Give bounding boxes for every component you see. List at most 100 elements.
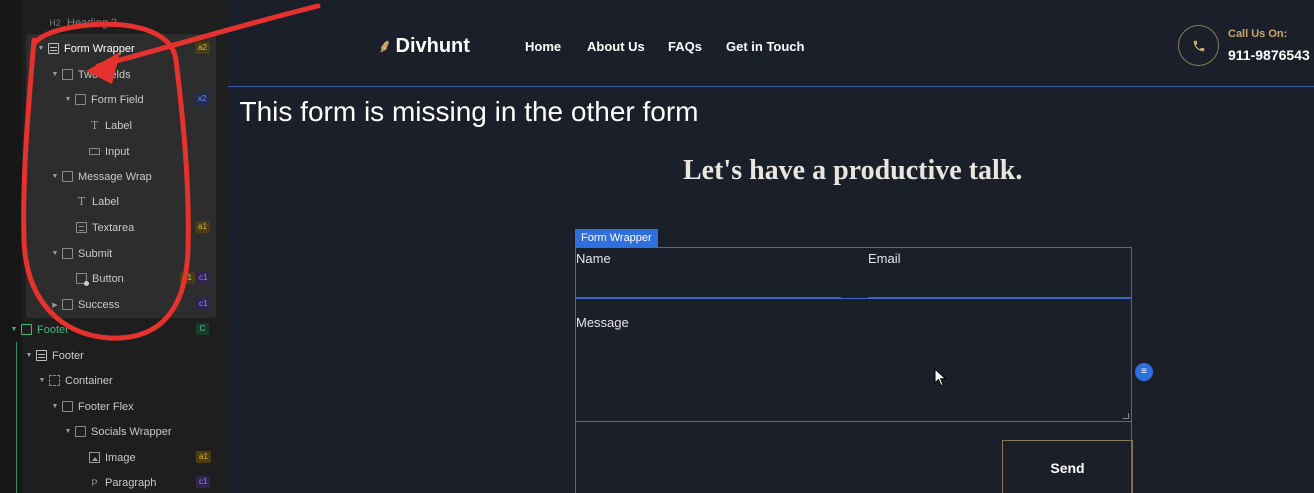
tree-item-container[interactable]: ▼ Container bbox=[0, 368, 228, 393]
tree-item-label: Message Wrap bbox=[78, 170, 152, 183]
list-icon[interactable]: ≡ bbox=[1135, 363, 1153, 381]
div-block-icon bbox=[62, 69, 73, 80]
text-icon: T bbox=[90, 119, 99, 132]
brand-mark-icon: ⸙ bbox=[378, 36, 392, 56]
textarea-icon bbox=[76, 222, 87, 233]
tree-item-label: Socials Wrapper bbox=[91, 425, 172, 438]
tree-item-label: Container bbox=[65, 374, 113, 387]
expand-arrow-icon[interactable]: ▼ bbox=[50, 403, 60, 410]
div-block-icon bbox=[75, 426, 86, 437]
tree-item-label[interactable]: T Label bbox=[0, 189, 228, 214]
section-icon bbox=[36, 350, 47, 361]
class-badge: x2 bbox=[195, 93, 210, 105]
tree-item-label: Button bbox=[92, 272, 124, 285]
tree-item-label: Two Fields bbox=[78, 68, 131, 81]
tree-item-textarea[interactable]: Textarea a1 bbox=[0, 215, 228, 240]
tree-item-label: Form Wrapper bbox=[64, 42, 135, 55]
tree-item-footer[interactable]: ▼ Footer bbox=[0, 343, 228, 368]
button-element-icon bbox=[76, 273, 89, 286]
class-badge: c1 bbox=[196, 298, 211, 310]
email-label: Email bbox=[868, 251, 901, 266]
expand-arrow-icon[interactable]: ▼ bbox=[63, 428, 73, 435]
expand-arrow-icon[interactable]: ▼ bbox=[50, 71, 60, 78]
tree-item-button[interactable]: Button a1 c1 bbox=[0, 266, 228, 291]
tree-item-submit[interactable]: ▼ Submit bbox=[0, 241, 228, 266]
container-icon bbox=[49, 375, 60, 386]
tree-item-two-fields[interactable]: ▼ Two Fields bbox=[0, 62, 228, 87]
expand-arrow-icon[interactable]: ▶ bbox=[50, 301, 60, 309]
brand-name: Divhunt bbox=[395, 34, 470, 57]
tree-item-footer-flex[interactable]: ▼ Footer Flex bbox=[0, 394, 228, 419]
tree-item-paragraph[interactable]: P Paragraph c1 bbox=[0, 470, 228, 493]
design-canvas[interactable]: ⸙ Divhunt Home About Us FAQs Get in Touc… bbox=[228, 0, 1314, 493]
paragraph-icon: P bbox=[91, 477, 98, 488]
class-badge: a2 bbox=[195, 42, 210, 54]
tree-item-form-field[interactable]: ▼ Form Field x2 bbox=[0, 87, 228, 112]
nav-link-about[interactable]: About Us bbox=[587, 39, 645, 54]
call-label: Call Us On: bbox=[1228, 28, 1288, 40]
tree-item-message-wrap[interactable]: ▼ Message Wrap bbox=[0, 164, 228, 189]
tree-item-label: Footer Flex bbox=[78, 400, 134, 413]
tree-item-image[interactable]: Image a1 bbox=[0, 445, 228, 470]
div-block-icon bbox=[62, 171, 73, 182]
nav-link-contact[interactable]: Get in Touch bbox=[726, 39, 804, 54]
phone-glyph bbox=[1193, 40, 1204, 51]
tree-item-heading-2[interactable]: H2 Heading 2 bbox=[0, 10, 228, 35]
form-icon bbox=[48, 43, 59, 54]
form-wrapper[interactable]: Name Email Message Send bbox=[575, 247, 1133, 493]
site-header: ⸙ Divhunt Home About Us FAQs Get in Touc… bbox=[228, 0, 1314, 87]
tree-item-input[interactable]: Input bbox=[0, 139, 228, 164]
text-icon: T bbox=[77, 195, 86, 208]
brand-logo[interactable]: ⸙ Divhunt bbox=[378, 34, 470, 58]
div-block-icon bbox=[62, 299, 73, 310]
tree-item-label: Footer bbox=[52, 349, 84, 362]
call-number[interactable]: 911-9876543 bbox=[1228, 47, 1310, 63]
class-badge-secondary: a1 bbox=[180, 272, 195, 284]
div-block-icon bbox=[75, 94, 86, 105]
name-label: Name bbox=[576, 251, 611, 266]
expand-arrow-icon[interactable]: ▼ bbox=[37, 377, 47, 384]
tree-item-label: Paragraph bbox=[105, 476, 157, 489]
tree-item-footer-component[interactable]: ▼ Footer C bbox=[0, 317, 228, 342]
send-button[interactable]: Send bbox=[1002, 440, 1133, 493]
expand-arrow-icon[interactable]: ▼ bbox=[24, 352, 34, 359]
tree-item-socials-wrapper[interactable]: ▼ Socials Wrapper bbox=[0, 419, 228, 444]
tree-item-label: Heading 2 bbox=[67, 16, 118, 29]
expand-arrow-icon[interactable]: ▼ bbox=[9, 326, 19, 333]
tree-item-success[interactable]: ▶ Success c1 bbox=[0, 292, 228, 317]
tree-item-label: Label bbox=[92, 195, 119, 208]
component-badge: C bbox=[196, 323, 209, 335]
tree-item-label: Input bbox=[105, 145, 130, 158]
tree-item-label: Success bbox=[78, 298, 120, 311]
tree-item-label: Footer bbox=[37, 323, 69, 336]
section-heading[interactable]: Let's have a productive talk. bbox=[683, 155, 1023, 187]
tree-item-label[interactable]: T Label bbox=[0, 113, 228, 138]
selected-element-tag[interactable]: Form Wrapper bbox=[575, 229, 658, 247]
phone-icon bbox=[1178, 25, 1219, 66]
message-textarea[interactable]: Message bbox=[576, 298, 1131, 422]
message-label: Message bbox=[576, 315, 629, 330]
tree-item-form-wrapper[interactable]: ▼ Form Wrapper a2 bbox=[0, 36, 228, 61]
tree-item-label: Submit bbox=[78, 247, 113, 260]
tree-item-label: Image bbox=[105, 451, 136, 464]
input-icon bbox=[89, 146, 100, 157]
nav-link-faqs[interactable]: FAQs bbox=[668, 39, 702, 54]
class-badge: a1 bbox=[195, 221, 210, 233]
resize-handle-icon[interactable] bbox=[1123, 413, 1129, 419]
class-badge: a1 bbox=[196, 451, 211, 463]
nav-link-home[interactable]: Home bbox=[525, 39, 561, 54]
expand-arrow-icon[interactable]: ▼ bbox=[50, 173, 60, 180]
annotation-text: This form is missing in the other form bbox=[239, 96, 699, 127]
expand-arrow-icon[interactable]: ▼ bbox=[63, 96, 73, 103]
component-icon bbox=[21, 324, 32, 335]
tree-item-label: Form Field bbox=[91, 93, 144, 106]
expand-arrow-icon[interactable]: ▼ bbox=[36, 45, 46, 52]
div-block-icon bbox=[62, 401, 73, 412]
tree-item-label: Label bbox=[105, 119, 132, 132]
navigator-panel: H2 Heading 2 ▼ Form Wrapper a2 ▼ Two Fie… bbox=[0, 0, 228, 493]
class-badge: c1 bbox=[196, 476, 211, 488]
mouse-pointer-icon bbox=[934, 368, 947, 387]
expand-arrow-icon[interactable]: ▼ bbox=[50, 250, 60, 257]
heading-icon: H2 bbox=[49, 17, 61, 28]
image-icon bbox=[89, 452, 100, 463]
